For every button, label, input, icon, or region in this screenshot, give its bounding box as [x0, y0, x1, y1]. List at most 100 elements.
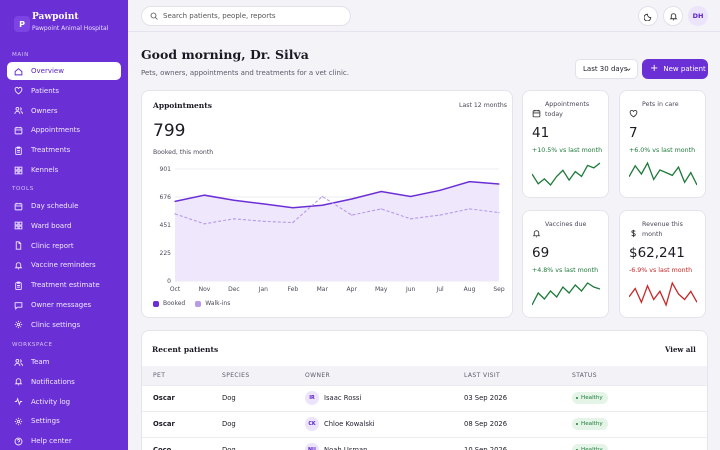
- search-input[interactable]: [163, 12, 343, 20]
- cell-pet: Coco: [153, 446, 172, 450]
- col-pet[interactable]: PET: [153, 372, 165, 379]
- col-owner[interactable]: OWNER: [305, 372, 330, 379]
- data-point-walk-ins: [351, 214, 353, 216]
- col-last-visit[interactable]: LAST VISIT: [464, 372, 500, 379]
- sidebar-item-patients[interactable]: Patients: [7, 82, 121, 100]
- sparkline-path: [532, 162, 600, 186]
- x-tick-label: Apr: [347, 286, 358, 293]
- gear-icon: [13, 416, 24, 427]
- sidebar-item-label: Kennels: [31, 166, 59, 174]
- col-species[interactable]: SPECIES: [222, 372, 250, 379]
- sidebar-item-ward-board[interactable]: Ward board: [7, 217, 121, 235]
- owner-avatar: CK: [305, 417, 319, 431]
- search-box[interactable]: [141, 6, 351, 26]
- x-tick-label: May: [375, 286, 388, 293]
- stat-card-appointments-today[interactable]: Appointments today 41 +10.5% vs last month: [522, 90, 609, 198]
- sidebar: P Pawpoint Pawpoint Animal Hospital MAIN…: [0, 0, 128, 450]
- topbar-divider: [128, 31, 720, 32]
- cell-owner: CK Chloe Kowalski: [305, 417, 375, 431]
- x-tick-label: Jun: [405, 286, 416, 293]
- sidebar-item-owners[interactable]: Owners: [7, 102, 121, 120]
- sidebar-item-help-center[interactable]: Help center: [7, 432, 121, 450]
- sidebar-item-treatment-estimate[interactable]: Treatment estimate: [7, 276, 121, 294]
- sidebar-item-overview[interactable]: Overview: [7, 62, 121, 80]
- col-status[interactable]: STATUS: [572, 372, 597, 379]
- activity-icon: [13, 396, 24, 407]
- y-tick-label: 901: [160, 166, 172, 173]
- stat-delta: +4.8% vs last month: [532, 267, 599, 274]
- sidebar-item-appointments[interactable]: Appointments: [7, 121, 121, 139]
- stat-card-vaccines-due[interactable]: Vaccines due 69 +4.8% vs last month: [522, 210, 609, 318]
- notifications-button[interactable]: [663, 6, 683, 26]
- sidebar-item-label: Patients: [31, 86, 60, 95]
- moon-icon: [643, 13, 651, 21]
- sidebar-item-label: Clinic report: [31, 241, 74, 250]
- sidebar-item-label: Appointments: [31, 126, 81, 135]
- help-icon: [13, 436, 24, 447]
- sidebar-item-label: Settings: [31, 417, 60, 426]
- data-point-walk-ins: [292, 221, 294, 224]
- brand[interactable]: P Pawpoint Pawpoint Animal Hospital: [10, 12, 122, 36]
- sidebar-item-vaccine-reminders[interactable]: Vaccine reminders: [7, 256, 121, 274]
- chevron-down-icon: [626, 67, 631, 71]
- theme-toggle-button[interactable]: [638, 6, 658, 26]
- sparkline: [629, 161, 697, 186]
- sidebar-item-label: Vaccine reminders: [31, 261, 96, 270]
- user-avatar[interactable]: DH: [688, 6, 708, 26]
- table-row[interactable]: Coco Dog NU Noah Usman 10 Sep 2026 Healthy: [142, 437, 707, 450]
- sidebar-item-label: Owner messages: [31, 301, 92, 309]
- sidebar-item-kennels[interactable]: Kennels: [7, 161, 121, 179]
- sidebar-item-label: Treatments: [31, 146, 71, 155]
- legend-swatch-walkins: [195, 300, 202, 307]
- clipboard-icon: [13, 280, 24, 291]
- data-point-booked: [468, 180, 471, 183]
- users-icon: [13, 357, 24, 368]
- data-point-walk-ins: [203, 223, 206, 225]
- cell-owner: NU Noah Usman: [305, 443, 368, 450]
- stat-value: 7: [629, 125, 638, 141]
- calendar-icon: [13, 201, 24, 212]
- brand-logo: P: [14, 16, 30, 32]
- calendar-icon: [532, 103, 541, 118]
- sidebar-item-clinic-report[interactable]: Clinic report: [7, 237, 121, 255]
- new-patient-button[interactable]: + New patient: [642, 59, 708, 79]
- sidebar-item-day-schedule[interactable]: Day schedule: [7, 197, 121, 215]
- x-tick-label: Feb: [288, 286, 299, 293]
- date-range-select[interactable]: Last 30 days: [575, 59, 638, 79]
- sparkline: [532, 282, 600, 306]
- stat-card-pets-in-care[interactable]: Pets in care 7 +6.0% vs last month: [619, 90, 706, 198]
- stat-delta: +6.0% vs last month: [629, 147, 696, 154]
- sidebar-item-label: Day schedule: [31, 202, 79, 210]
- sidebar-item-settings[interactable]: Settings: [7, 412, 121, 430]
- data-point-walk-ins: [439, 214, 441, 216]
- sparkline: [532, 162, 600, 186]
- legend-booked: Booked: [163, 300, 186, 307]
- y-tick-label: 225: [160, 250, 172, 257]
- sidebar-item-treatments[interactable]: Treatments: [7, 141, 121, 159]
- data-point-booked: [292, 207, 294, 209]
- plus-icon: +: [650, 63, 659, 74]
- cell-pet: Oscar: [153, 420, 175, 428]
- owner-name: Chloe Kowalski: [324, 420, 375, 428]
- table-row[interactable]: Oscar Dog IR Isaac Rossi 03 Sep 2026 Healthy: [142, 385, 707, 410]
- sidebar-item-activity-log[interactable]: Activity log: [7, 393, 121, 411]
- sidebar-item-team[interactable]: Team: [7, 353, 121, 371]
- data-point-booked: [321, 204, 323, 206]
- cell-species: Dog: [222, 420, 236, 428]
- stat-card-revenue-this-month[interactable]: Revenue this month $62,241 -6.9% vs last m…: [619, 210, 706, 318]
- sparkline: [629, 281, 697, 307]
- cell-pet: Oscar: [153, 394, 175, 402]
- data-point-booked: [439, 189, 441, 191]
- date-range-value: Last 30 days: [583, 65, 628, 73]
- x-tick-label: Aug: [464, 286, 476, 293]
- appointments-chart: 0 225 451 676 901 Oct Nov Dec Jan Feb Mar Apr May Jun…: [160, 166, 505, 293]
- data-point-walk-ins: [410, 218, 412, 220]
- cell-owner: IR Isaac Rossi: [305, 391, 361, 405]
- sidebar-item-notifications[interactable]: Notifications: [7, 373, 121, 391]
- owner-name: Noah Usman: [324, 446, 368, 450]
- table-row[interactable]: Oscar Dog CK Chloe Kowalski 08 Sep 2026 Healt…: [142, 411, 707, 436]
- sidebar-item-clinic-settings[interactable]: Clinic settings: [7, 316, 121, 334]
- view-all-link[interactable]: View all: [665, 345, 696, 354]
- section-label-tools: TOOLS: [12, 186, 34, 192]
- sidebar-item-owner-messages[interactable]: Owner messages: [7, 296, 121, 314]
